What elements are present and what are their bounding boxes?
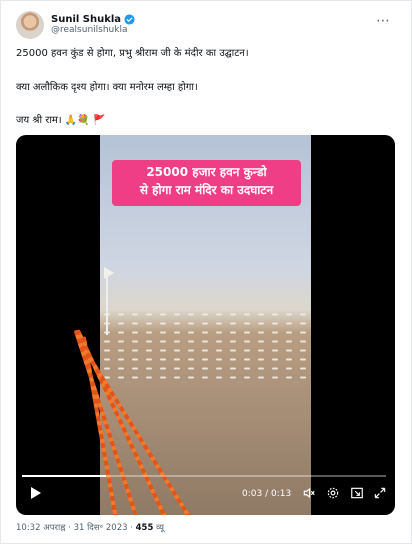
pip-icon[interactable] (350, 486, 364, 503)
post-meta: 10:32 अपराह्न · 31 दिस॰ 2023 · 455 व्यू (16, 522, 164, 533)
video-caption-line-1: 25000 हजार हवन कुन्डो (146, 165, 267, 179)
views-count: 455 (135, 523, 154, 533)
views-label: व्यू (153, 523, 164, 533)
post-text-line-2: क्या अलौकिक दृश्य होगा। क्या मनोरम लम्हा… (16, 82, 198, 93)
play-icon[interactable] (30, 486, 42, 503)
more-options-icon[interactable]: ⋯ (376, 13, 391, 29)
volume-icon[interactable] (302, 486, 316, 503)
video-progress-fill (22, 475, 106, 477)
post-card: Sunil Shukla @realsunilshukla ⋯ 25000 हव… (0, 0, 412, 544)
settings-icon[interactable] (326, 486, 340, 503)
author-handle[interactable]: @realsunilshukla (51, 25, 127, 35)
avatar[interactable] (16, 11, 44, 39)
fullscreen-icon[interactable] (373, 486, 387, 503)
video-progress-bar[interactable] (22, 475, 386, 477)
video-caption-overlay: 25000 हजार हवन कुन्डो से होगा राम मंदिर … (112, 160, 301, 206)
video-frame: 25000 हजार हवन कुन्डो से होगा राम मंदिर … (73, 135, 311, 515)
author-name[interactable]: Sunil Shukla (51, 14, 121, 25)
post-text-line-3: जय श्री राम। 🙏💐 🚩 (16, 115, 106, 126)
video-controls: 0:03 / 0:13 (16, 483, 395, 507)
havan-kund-field (100, 310, 311, 380)
video-time: 0:03 / 0:13 (242, 489, 292, 499)
flag-pole (106, 275, 108, 335)
post-text-line-1: 25000 हवन कुंड से होगा, प्रभु श्रीराम जी… (16, 48, 249, 59)
video-player[interactable]: 25000 हजार हवन कुन्डो से होगा राम मंदिर … (16, 135, 395, 515)
video-caption-line-2: से होगा राम मंदिर का उदघाटन (139, 183, 274, 197)
post-timestamp[interactable]: 10:32 अपराह्न · 31 दिस॰ 2023 · (16, 523, 136, 533)
flag-icon (104, 267, 114, 279)
